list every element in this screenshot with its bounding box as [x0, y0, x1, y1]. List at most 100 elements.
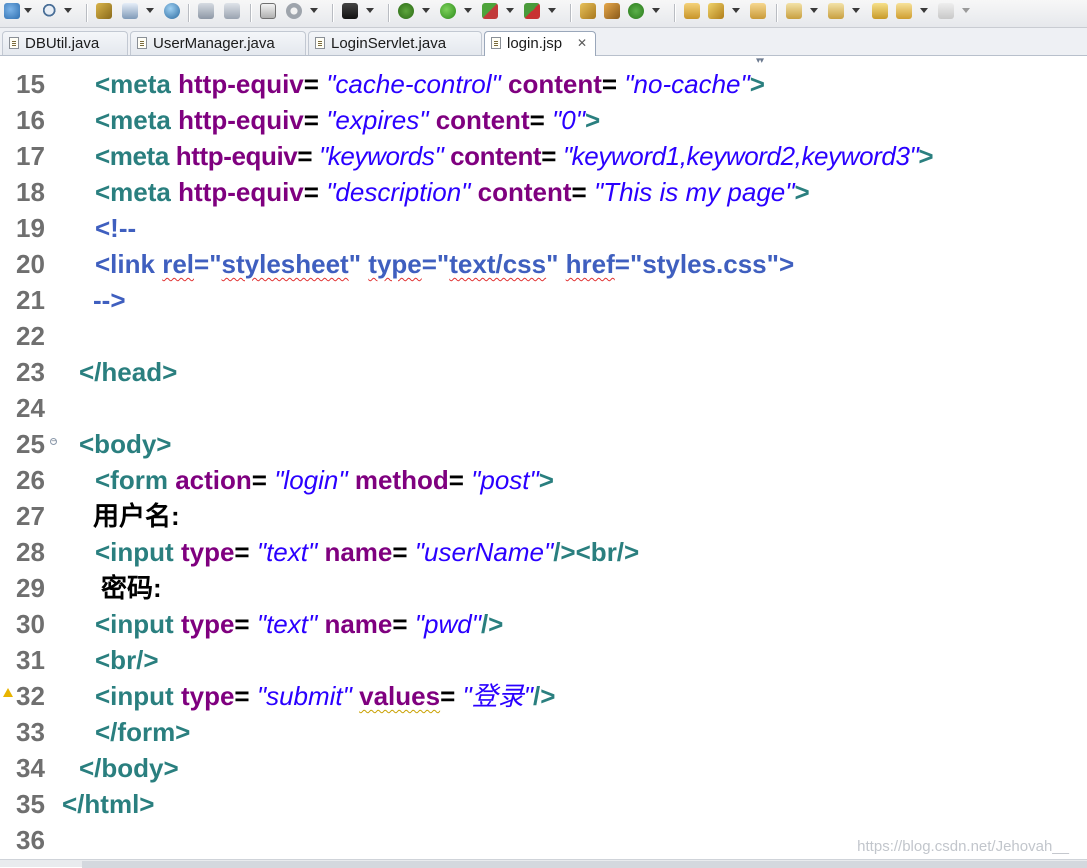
line-number: 36 — [16, 825, 45, 855]
toolbar-separator — [332, 4, 334, 22]
chevron-down-icon[interactable] — [852, 8, 860, 13]
code-line-23: </head> — [79, 357, 178, 387]
chevron-down-icon[interactable] — [962, 8, 970, 13]
forward-icon[interactable] — [938, 3, 954, 19]
code-line-26: <form action= "login" method= "post"> — [95, 465, 554, 495]
chevron-down-icon[interactable] — [464, 8, 472, 13]
line-number: 28 — [16, 537, 45, 567]
save-icon[interactable] — [198, 3, 214, 19]
code-line-35: </html> — [62, 789, 155, 819]
java-file-icon — [137, 37, 147, 49]
code-line-19: <!-- — [95, 213, 137, 243]
java-file-icon — [315, 37, 325, 49]
tab-login-jsp[interactable]: login.jsp ✕ — [484, 31, 596, 56]
chevron-down-icon[interactable] — [652, 8, 660, 13]
pen-icon[interactable] — [708, 3, 724, 19]
chevron-down-icon[interactable] — [920, 8, 928, 13]
save-all-icon[interactable] — [224, 3, 240, 19]
chevron-down-icon[interactable] — [506, 8, 514, 13]
code-line-27: 用户名: — [93, 501, 180, 531]
line-number: 22 — [16, 321, 45, 351]
chevron-down-icon[interactable] — [732, 8, 740, 13]
line-number: 33 — [16, 717, 45, 747]
toolbar-separator — [250, 4, 252, 22]
code-line-15: <meta http-equiv= "cache-control" conten… — [95, 69, 765, 99]
line-number: 27 — [16, 501, 45, 531]
new-class-icon[interactable] — [628, 3, 644, 19]
line-number: 16 — [16, 105, 45, 135]
new-package-icon[interactable] — [604, 3, 620, 19]
close-icon[interactable]: ✕ — [577, 36, 587, 50]
chevron-down-icon[interactable] — [422, 8, 430, 13]
line-number: 18 — [16, 177, 45, 207]
search-icon[interactable] — [42, 3, 58, 19]
monitor-icon[interactable] — [342, 3, 358, 19]
open-folder-icon[interactable] — [684, 3, 700, 19]
main-toolbar — [0, 0, 1087, 28]
line-number: 29 — [16, 573, 45, 603]
tab-label: login.jsp — [507, 35, 563, 52]
last-edit-icon[interactable] — [872, 3, 888, 19]
web-browser-icon[interactable] — [164, 3, 180, 19]
horizontal-scrollbar[interactable] — [0, 859, 1087, 868]
line-number: 30 — [16, 609, 45, 639]
debug-icon[interactable] — [398, 3, 414, 19]
back-icon[interactable] — [896, 3, 912, 19]
code-line-28: <input type= "text" name= "userName"/><b… — [95, 537, 640, 567]
next-annotation-icon[interactable] — [786, 3, 802, 19]
code-line-18: <meta http-equiv= "description" content=… — [95, 177, 810, 207]
tab-dbutil-java[interactable]: DBUtil.java — [2, 31, 128, 55]
fold-toggle-icon[interactable]: − — [50, 438, 57, 445]
toolbar-separator — [86, 4, 88, 22]
code-line-29: 密码: — [101, 573, 162, 603]
code-line-32: <input type= "submit" values= "登录"/> — [95, 681, 556, 711]
tab-label: LoginServlet.java — [331, 35, 447, 52]
open-task-icon[interactable] — [750, 3, 766, 19]
code-editor[interactable]: ▾▾ 15 16 17 18 19 20 21 22 23 24 25 26 2… — [0, 56, 1087, 859]
chevron-down-icon[interactable] — [64, 8, 72, 13]
toolbar-separator — [776, 4, 778, 22]
jsp-file-icon — [491, 37, 501, 49]
line-number: 19 — [16, 213, 45, 243]
code-line-21: --> — [93, 285, 126, 315]
line-number: 24 — [16, 393, 45, 423]
line-number: 23 — [16, 357, 45, 387]
line-number: 31 — [16, 645, 45, 675]
coverage-icon[interactable] — [482, 3, 498, 19]
line-number: 15 — [16, 69, 45, 99]
line-number: 34 — [16, 753, 45, 783]
chevron-down-icon[interactable] — [366, 8, 374, 13]
watermark: https://blog.csdn.net/Jehovah__ — [857, 838, 1069, 855]
open-resource-icon[interactable] — [122, 3, 138, 19]
gear-icon[interactable] — [286, 3, 302, 19]
line-number: 21 — [16, 285, 45, 315]
run-icon[interactable] — [440, 3, 456, 19]
line-number: 26 — [16, 465, 45, 495]
new-server-icon[interactable] — [260, 3, 276, 19]
chevron-down-icon[interactable] — [24, 8, 32, 13]
code-line-16: <meta http-equiv= "expires" content= "0"… — [95, 105, 601, 135]
chevron-down-icon[interactable] — [810, 8, 818, 13]
annotation-ruler — [0, 56, 13, 859]
line-number: 32 — [16, 681, 45, 711]
code-line-31: <br/> — [95, 645, 159, 675]
chevron-down-icon[interactable] — [310, 8, 318, 13]
toolbar-separator — [570, 4, 572, 22]
external-tools-icon[interactable] — [524, 3, 540, 19]
tab-usermanager-java[interactable]: UserManager.java — [130, 31, 306, 55]
tab-label: DBUtil.java — [25, 35, 100, 52]
java-file-icon — [9, 37, 19, 49]
line-number: 35 — [16, 789, 45, 819]
warning-icon[interactable] — [3, 688, 13, 697]
tab-loginservlet-java[interactable]: LoginServlet.java — [308, 31, 482, 55]
new-java-project-icon[interactable] — [580, 3, 596, 19]
prev-annotation-icon[interactable] — [828, 3, 844, 19]
line-number: 17 — [16, 141, 45, 171]
code-line-33: </form> — [95, 717, 191, 747]
code-line-34: </body> — [79, 753, 179, 783]
new-wizard-icon[interactable] — [4, 3, 20, 19]
open-type-icon[interactable] — [96, 3, 112, 19]
chevron-down-icon[interactable] — [146, 8, 154, 13]
chevron-down-icon[interactable] — [548, 8, 556, 13]
line-number: 20 — [16, 249, 45, 279]
